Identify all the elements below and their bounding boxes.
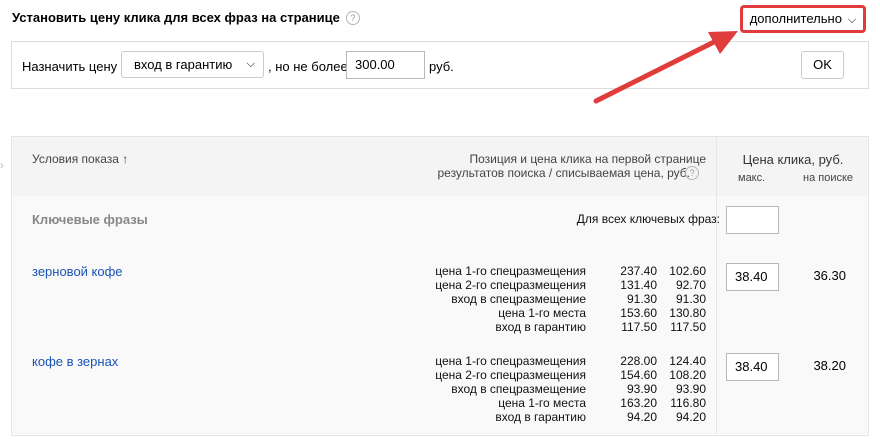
phrase-link[interactable]: кофе в зернах: [32, 354, 118, 369]
position-label: вход в гарантию: [495, 320, 586, 334]
bid-value: 228.00: [620, 354, 657, 368]
charged-value: 108.20: [669, 368, 706, 382]
bid-header: Цена клика, руб.: [742, 152, 844, 167]
sort-conditions-header[interactable]: Условия показа ↑: [32, 152, 128, 166]
position-label: цена 1-го спецразмещения: [435, 354, 586, 368]
bid-value: 117.50: [621, 320, 657, 334]
all-phrases-bid-input[interactable]: [726, 206, 779, 234]
position-header-line1: Позиция и цена клика на первой странице: [469, 152, 707, 166]
bid-value: 131.40: [620, 278, 657, 292]
bid-values: 228.00 154.60 93.90 163.20 94.20: [596, 354, 657, 424]
charged-value: 130.80: [669, 306, 706, 320]
bid-value: 153.60: [620, 306, 657, 320]
bid-value: 237.40: [620, 264, 657, 278]
column-separator: [716, 137, 717, 434]
search-bid-value: 38.20: [813, 358, 846, 373]
bid-max-header: макс.: [738, 172, 766, 184]
bid-value: 163.20: [620, 396, 657, 410]
max-bid-input[interactable]: 38.40: [726, 353, 779, 381]
charged-value: 91.30: [675, 292, 706, 306]
position-label: вход в спецразмещение: [451, 292, 586, 306]
charged-value: 116.80: [670, 396, 706, 410]
position-label: цена 2-го спецразмещения: [435, 368, 586, 382]
position-header-line2: результатов поиска / списываемая цена, р…: [437, 166, 690, 180]
position-label: цена 1-го места: [498, 396, 586, 410]
charged-value: 117.50: [670, 320, 706, 334]
bid-search-header: на поиске: [803, 172, 854, 184]
phrase-link[interactable]: зерновой кофе: [32, 264, 123, 279]
charged-value: 102.60: [669, 264, 706, 278]
section-label: Ключевые фразы: [32, 212, 148, 227]
bid-value: 154.60: [620, 368, 657, 382]
position-labels: цена 1-го спецразмещения цена 2-го спецр…: [386, 354, 586, 424]
position-label: цена 1-го места: [498, 306, 586, 320]
bid-value: 94.20: [626, 410, 657, 424]
max-bid-input[interactable]: 38.40: [726, 263, 779, 291]
bid-value: 91.30: [626, 292, 657, 306]
charged-value: 93.90: [675, 382, 706, 396]
charged-values: 124.40 108.20 93.90 116.80 94.20: [660, 354, 706, 424]
charged-values: 102.60 92.70 91.30 130.80 117.50: [660, 264, 706, 334]
position-label: вход в спецразмещение: [451, 382, 586, 396]
position-label: цена 2-го спецразмещения: [435, 278, 586, 292]
position-label: вход в гарантию: [495, 410, 586, 424]
all-phrases-label: Для всех ключевых фраз:: [576, 212, 720, 226]
position-labels: цена 1-го спецразмещения цена 2-го спецр…: [386, 264, 586, 334]
search-bid-value: 36.30: [813, 268, 846, 283]
bid-values: 237.40 131.40 91.30 153.60 117.50: [596, 264, 657, 334]
charged-value: 94.20: [675, 410, 706, 424]
charged-value: 124.40: [669, 354, 706, 368]
bid-value: 93.90: [626, 382, 657, 396]
collapse-icon[interactable]: ›: [0, 160, 4, 172]
help-icon[interactable]: ?: [685, 166, 699, 180]
charged-value: 92.70: [675, 278, 706, 292]
position-label: цена 1-го спецразмещения: [435, 264, 586, 278]
